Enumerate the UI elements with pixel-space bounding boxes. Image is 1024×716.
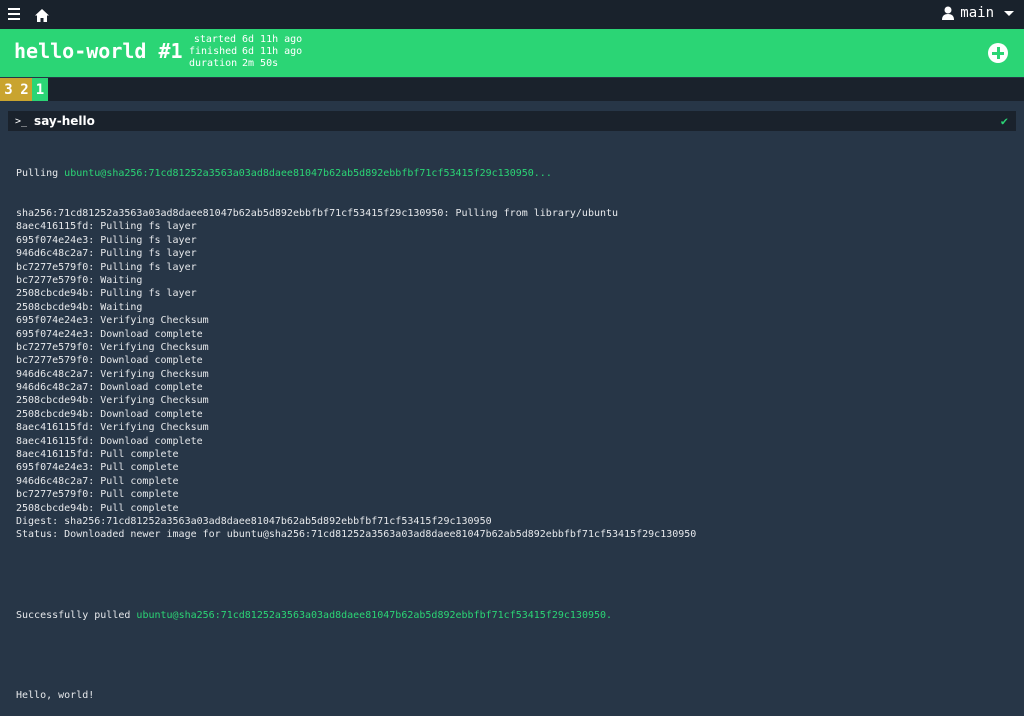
build-list: 3 2 1	[0, 78, 1024, 101]
user-menu[interactable]: main	[942, 5, 1014, 21]
step-header-say-hello[interactable]: >_ say-hello ✔	[8, 111, 1016, 131]
log-line: bc7277e579f0: Pulling fs layer	[16, 261, 197, 273]
time-row-finished: finished 6d 11h ago	[189, 46, 302, 58]
time-label: duration	[189, 58, 238, 69]
log-line: 695f074e24e3: Verifying Checksum	[16, 315, 209, 327]
build-times: started 6d 11h ago finished 6d 11h ago d…	[189, 34, 302, 70]
log-blank-line	[16, 649, 1016, 662]
time-row-duration: duration 2m 50s	[189, 58, 302, 70]
step-name: say-hello	[34, 114, 95, 128]
log-line: 946d6c48c2a7: Pull complete	[16, 475, 179, 487]
log-line: Status: Downloaded newer image for ubunt…	[16, 529, 697, 541]
log-line: 695f074e24e3: Download complete	[16, 328, 203, 340]
menu-icon[interactable]	[8, 8, 20, 20]
log-line: sha256:71cd81252a3563a03ad8daee81047b62a…	[16, 208, 619, 220]
build-header: hello-world #1 started 6d 11h ago finish…	[0, 29, 1024, 77]
home-icon[interactable]	[35, 7, 49, 26]
log-line: Digest: sha256:71cd81252a3563a03ad8daee8…	[16, 516, 492, 527]
log-line: bc7277e579f0: Pull complete	[16, 489, 179, 501]
log-line: 8aec416115fd: Pull complete	[16, 449, 179, 461]
log-line: 2508cbcde94b: Waiting	[16, 301, 143, 313]
top-bar: main	[0, 0, 1024, 29]
log-line: Pulling ubuntu@sha256:71cd81252a3563a03a…	[16, 167, 1016, 180]
time-row-started: started 6d 11h ago	[189, 34, 302, 46]
build-tab-1[interactable]: 1	[32, 78, 48, 101]
log-line: bc7277e579f0: Download complete	[16, 355, 203, 367]
log-line: 946d6c48c2a7: Verifying Checksum	[16, 368, 209, 380]
time-label: finished	[189, 46, 238, 57]
log-line: 8aec416115fd: Pulling fs layer	[16, 221, 197, 233]
build-tab-2[interactable]: 2	[17, 78, 32, 101]
log-line: 2508cbcde94b: Verifying Checksum	[16, 395, 209, 407]
user-icon	[942, 6, 955, 20]
log-line: 695f074e24e3: Pulling fs layer	[16, 234, 197, 246]
log-text: Successfully pulled	[16, 609, 137, 621]
image-link: ubuntu@sha256:71cd81252a3563a03ad8daee81…	[136, 609, 613, 621]
log-line: bc7277e579f0: Waiting	[16, 274, 143, 286]
time-label: started	[193, 34, 236, 45]
log-line: 695f074e24e3: Pull complete	[16, 462, 179, 474]
build-title: hello-world #1	[14, 39, 183, 63]
log-line: bc7277e579f0: Verifying Checksum	[16, 341, 209, 353]
log-line: 946d6c48c2a7: Pulling fs layer	[16, 248, 197, 260]
log-text: Pulling	[16, 167, 65, 179]
terminal-icon: >_	[15, 115, 28, 127]
log-line: 8aec416115fd: Download complete	[16, 435, 203, 447]
log-lines: sha256:71cd81252a3563a03ad8daee81047b62a…	[16, 207, 1016, 542]
check-icon: ✔	[1000, 114, 1008, 128]
time-value: 6d 11h ago	[242, 46, 303, 57]
team-name: main	[960, 5, 994, 21]
log-line: 2508cbcde94b: Download complete	[16, 408, 203, 420]
log-line: 8aec416115fd: Verifying Checksum	[16, 422, 209, 434]
trigger-build-button[interactable]	[988, 43, 1008, 63]
time-value: 6d 11h ago	[242, 34, 303, 45]
log-line: 2508cbcde94b: Pull complete	[16, 502, 179, 514]
step-log: Pulling ubuntu@sha256:71cd81252a3563a03a…	[16, 140, 1016, 716]
log-line: 946d6c48c2a7: Download complete	[16, 382, 203, 394]
log-output-line: Hello, world!	[16, 690, 95, 702]
build-tab-3[interactable]: 3	[0, 78, 17, 101]
log-line: Successfully pulled ubuntu@sha256:71cd81…	[16, 609, 1016, 622]
chevron-down-icon	[1004, 10, 1014, 16]
log-line: 2508cbcde94b: Pulling fs layer	[16, 288, 197, 300]
image-link: ubuntu@sha256:71cd81252a3563a03ad8daee81…	[64, 167, 552, 179]
time-value: 2m 50s	[242, 58, 279, 69]
log-blank-line	[16, 569, 1016, 582]
